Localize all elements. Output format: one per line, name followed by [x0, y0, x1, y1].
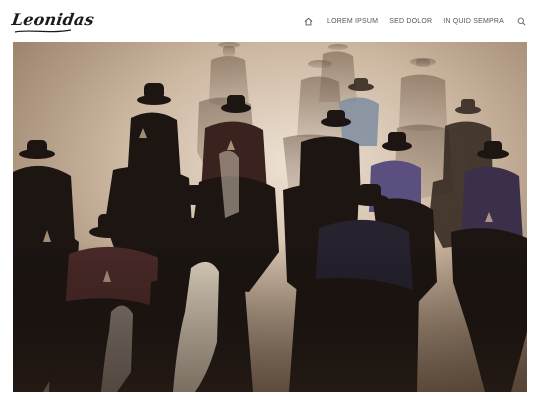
search-icon[interactable] — [516, 16, 526, 26]
cowboys-on-horseback-photo — [13, 42, 527, 392]
nav-item-sed-dolor[interactable]: SED DOLOR — [389, 18, 432, 25]
nav-item-lorem-ipsum[interactable]: LOREM IPSUM — [327, 18, 378, 25]
site-header: Leonidas LOREM IPSUM SED DOLOR IN QUID S… — [0, 0, 540, 42]
site-logo[interactable]: Leonidas — [11, 10, 96, 29]
home-icon[interactable] — [304, 16, 314, 26]
nav-item-in-quid-sempra[interactable]: IN QUID SEMPRA — [443, 18, 504, 25]
main-navigation: LOREM IPSUM SED DOLOR IN QUID SEMPRA — [304, 13, 526, 29]
hero-image — [13, 42, 527, 392]
logo-swash — [14, 29, 72, 33]
